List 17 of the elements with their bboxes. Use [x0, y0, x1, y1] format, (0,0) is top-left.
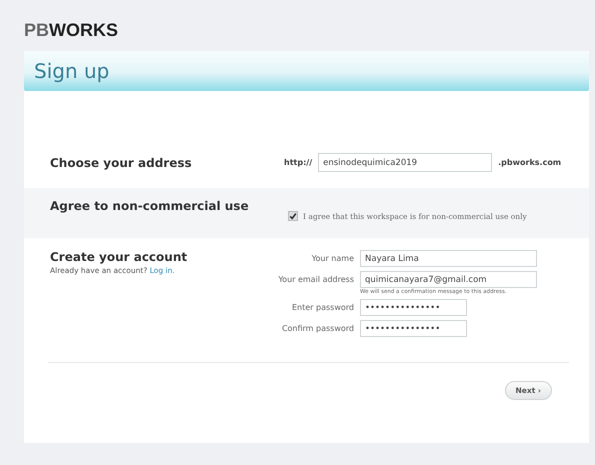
section-heading: Create your account: [50, 250, 188, 264]
url-suffix: .pbworks.com: [498, 158, 562, 167]
input-field[interactable]: •••••••••••••••: [360, 299, 467, 316]
field-label: Enter password: [291, 302, 354, 314]
field-label: Your email address: [277, 274, 354, 286]
field-label: Your name: [310, 253, 354, 265]
field-label: Confirm password: [280, 323, 354, 335]
logo: PBWORKS: [24, 20, 118, 41]
section-heading: Agree to non-commercial use: [50, 199, 250, 213]
url-prefix: http://: [284, 158, 312, 167]
section-heading: Choose your address: [50, 156, 193, 170]
input-field[interactable]: Nayara Lima: [360, 250, 537, 267]
page-title: Sign up: [34, 59, 110, 83]
address-field[interactable]: ensinodequimica2019: [318, 153, 492, 172]
input-field[interactable]: quimicanayara7@gmail.com: [360, 271, 537, 288]
checkbox[interactable]: [288, 211, 298, 221]
input-field[interactable]: •••••••••••••••: [360, 320, 467, 337]
